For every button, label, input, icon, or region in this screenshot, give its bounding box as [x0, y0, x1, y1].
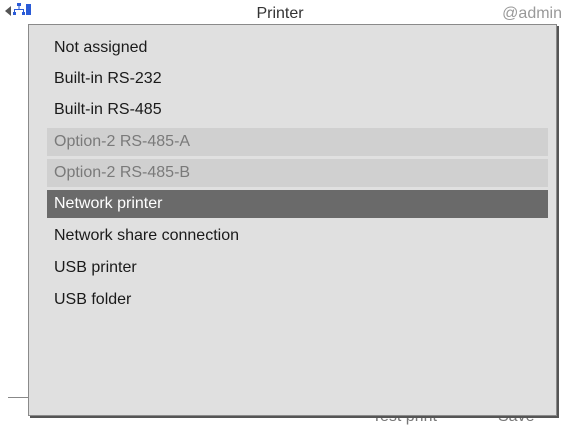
option-network-printer[interactable]: Network printer	[47, 190, 548, 218]
option-not-assigned[interactable]: Not assigned	[47, 34, 548, 62]
option-network-share-connection[interactable]: Network share connection	[47, 222, 548, 250]
network-icon	[13, 2, 31, 21]
option-builtin-rs232[interactable]: Built-in RS-232	[47, 65, 548, 93]
user-label: @admin	[502, 5, 562, 22]
option-usb-folder[interactable]: USB folder	[47, 286, 548, 314]
option-option2-rs485-a: Option-2 RS-485-A	[47, 128, 548, 156]
title-bar: Printer @admin	[0, 0, 564, 26]
option-usb-printer[interactable]: USB printer	[47, 254, 548, 282]
page-title: Printer	[256, 5, 304, 22]
option-builtin-rs485[interactable]: Built-in RS-485	[47, 96, 548, 124]
interface-dropdown-list: Not assigned Built-in RS-232 Built-in RS…	[28, 24, 557, 416]
option-option2-rs485-b: Option-2 RS-485-B	[47, 159, 548, 187]
back-arrow-icon[interactable]	[5, 6, 11, 16]
